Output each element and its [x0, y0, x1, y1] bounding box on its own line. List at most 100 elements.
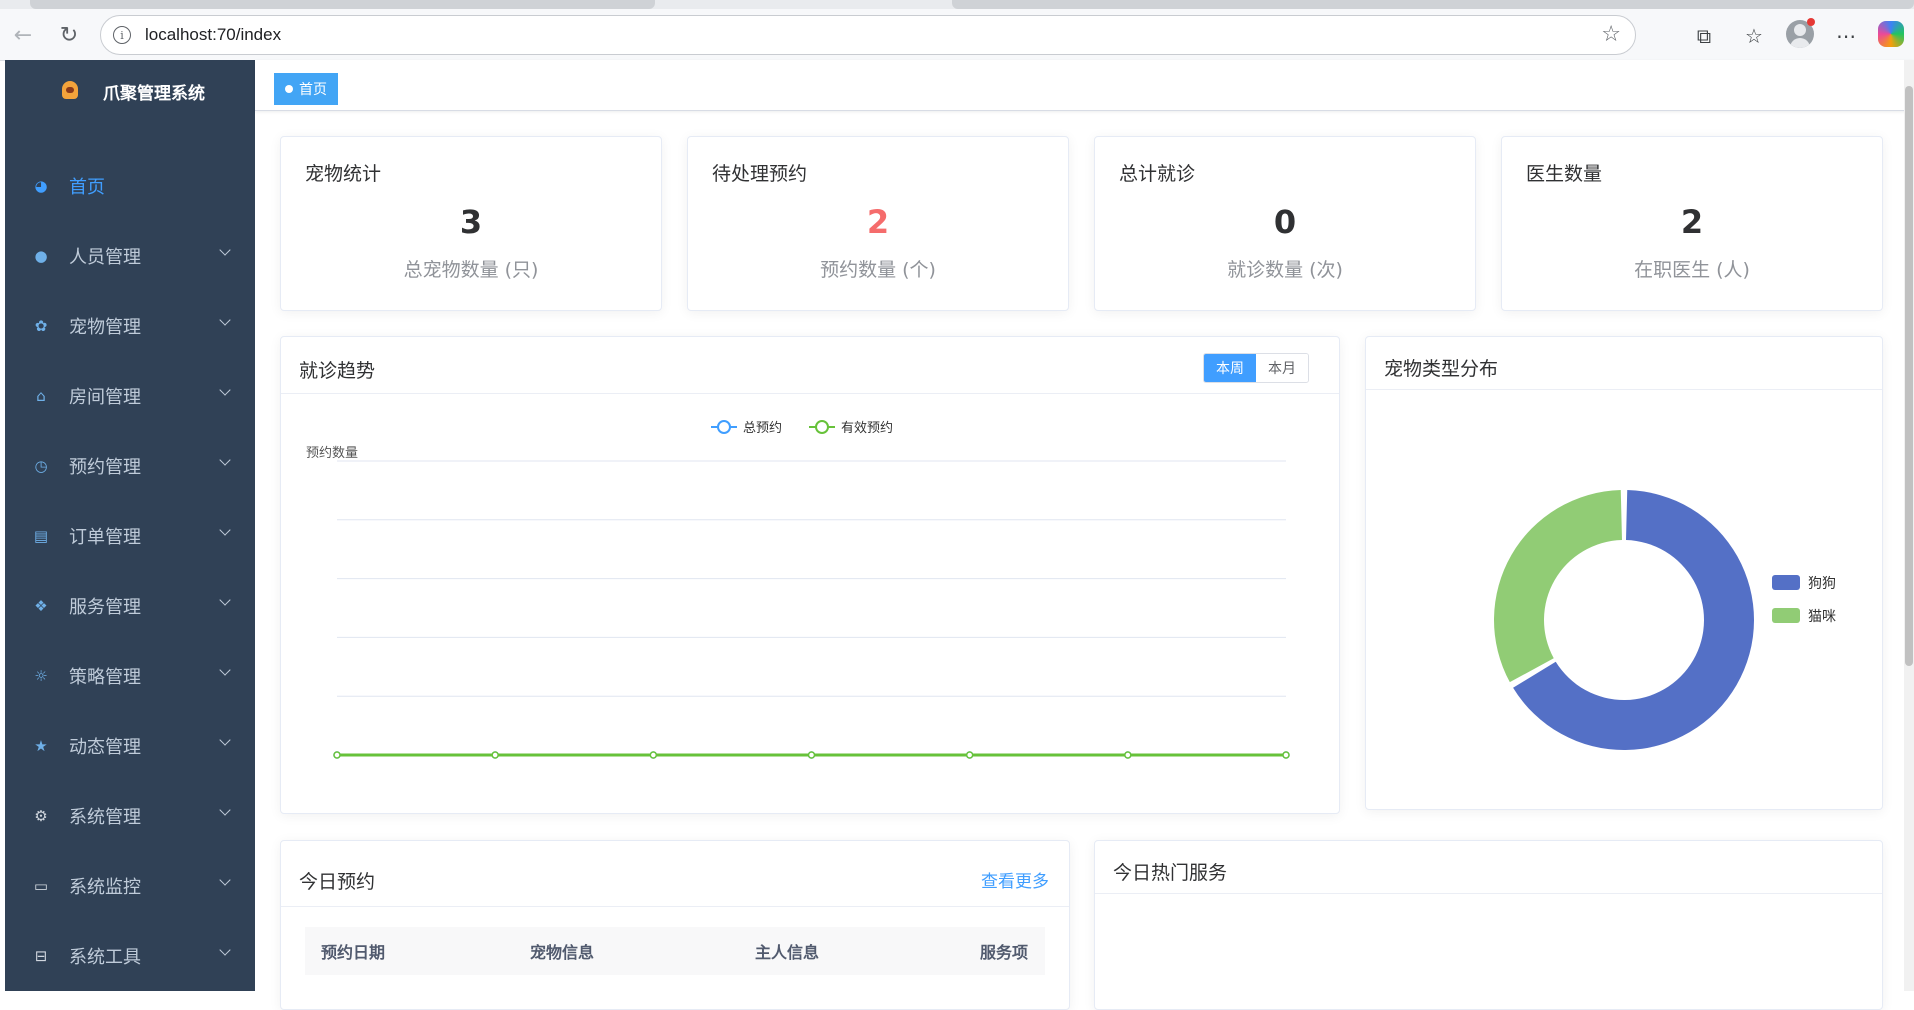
sidebar-item-feeds[interactable]: ★ 动态管理 [5, 718, 255, 774]
chevron-down-icon [219, 524, 231, 536]
chevron-down-icon [219, 594, 231, 606]
chevron-down-icon [219, 664, 231, 676]
sidebar-item-personnel[interactable]: ● 人员管理 [5, 228, 255, 284]
chevron-down-icon [219, 804, 231, 816]
column-header[interactable]: 预约日期 [305, 939, 530, 963]
stat-title: 医生数量 [1526, 163, 1603, 185]
chevron-down-icon [219, 454, 231, 466]
column-header[interactable]: 服务项 [980, 939, 1045, 963]
stat-card-pending-appointments: 待处理预约 2 预约数量 (个) [687, 136, 1069, 311]
data-point [965, 751, 974, 759]
hot-services-card: 今日热门服务 [1094, 840, 1883, 1010]
sidebar-item-services[interactable]: ❖ 服务管理 [5, 578, 255, 634]
favorite-star-icon[interactable]: ☆ [1601, 22, 1621, 47]
card-header: 今日预约 查看更多 [281, 841, 1069, 907]
sidebar-item-tools[interactable]: ⊟ 系统工具 [5, 928, 255, 984]
y-axis-label: 预约数量 [306, 445, 358, 460]
legend-swatch [1772, 608, 1800, 623]
sidebar-item-appointments[interactable]: ◷ 预约管理 [5, 438, 255, 494]
stat-value: 2 [866, 203, 890, 241]
trend-chart: 总预约 有效预约预约数量 [306, 420, 1290, 759]
legend-label: 有效预约 [841, 420, 893, 435]
stat-desc: 总宠物数量 (只) [403, 259, 539, 281]
page-scrollbar[interactable] [1904, 60, 1914, 991]
sidebar-item-rooms[interactable]: ⌂ 房间管理 [5, 368, 255, 424]
today-appointments-card: 今日预约 查看更多 预约日期 宠物信息 主人信息 服务项 [280, 840, 1070, 1010]
chevron-down-icon [219, 874, 231, 886]
star-icon: ★ [34, 737, 48, 755]
browser-tab[interactable] [30, 0, 655, 9]
address-bar[interactable]: i localhost:70/index ☆ [100, 15, 1636, 55]
sidebar-item-label: 服务管理 [69, 597, 141, 618]
sidebar-item-label: 房间管理 [69, 387, 141, 408]
data-point [1124, 751, 1132, 759]
sidebar-item-monitor[interactable]: ▭ 系统监控 [5, 858, 255, 914]
favorites-icon[interactable]: ☆ [1740, 22, 1768, 50]
sidebar-item-home[interactable]: ◕ 首页 [5, 158, 255, 214]
pet-type-pie-chart: 狗狗猫咪 [1494, 490, 1836, 750]
card-header: 今日热门服务 [1095, 841, 1882, 894]
chevron-down-icon [219, 734, 231, 746]
column-header[interactable]: 主人信息 [755, 939, 980, 963]
sidebar-item-label: 系统管理 [69, 807, 141, 828]
tag-label: 首页 [299, 82, 327, 98]
sidebar-item-strategy[interactable]: ☼ 策略管理 [5, 648, 255, 704]
scrollbar-thumb[interactable] [1905, 86, 1913, 666]
period-toggle: 本周 本月 [1203, 353, 1309, 383]
service-icon: ❖ [34, 597, 48, 615]
data-point [649, 751, 658, 759]
back-arrow-icon[interactable]: ← [8, 20, 38, 50]
paw-icon: ✿ [34, 317, 48, 335]
legend-item: 有效预约 [809, 420, 893, 435]
url-text: localhost:70/index [145, 25, 282, 44]
stat-card-doctors: 医生数量 2 在职医生 (人) [1501, 136, 1883, 311]
sidebar-item-orders[interactable]: ▤ 订单管理 [5, 508, 255, 564]
sidebar-item-pets[interactable]: ✿ 宠物管理 [5, 298, 255, 354]
tags-view-bar: 首页 [255, 60, 1914, 111]
legend-swatch [1772, 575, 1800, 590]
stat-title: 待处理预约 [712, 163, 808, 185]
stat-value: 0 [1273, 203, 1297, 241]
sidebar-item-label: 宠物管理 [69, 317, 141, 338]
legend-marker [717, 420, 731, 434]
data-point [491, 751, 499, 759]
legend-label: 狗狗 [1808, 575, 1836, 591]
copilot-icon[interactable] [1878, 21, 1904, 47]
sidebar-item-system[interactable]: ⚙ 系统管理 [5, 788, 255, 844]
column-header[interactable]: 宠物信息 [530, 939, 755, 963]
notification-dot [1807, 18, 1815, 26]
sidebar-menu: ◕ 首页 ● 人员管理 ✿ 宠物管理 ⌂ 房间管理 ◷ 预约管理 ▤ 订单管理 … [5, 60, 255, 991]
card-title: 今日预约 [299, 871, 376, 893]
sidebar-item-label: 动态管理 [69, 737, 141, 758]
toggle-month[interactable]: 本月 [1256, 354, 1308, 382]
browser-tab-strip [0, 0, 1914, 9]
toggle-week[interactable]: 本周 [1204, 354, 1256, 382]
stat-desc: 预约数量 (个) [820, 259, 936, 281]
pet-type-card: 宠物类型分布 狗狗猫咪 [1365, 336, 1883, 810]
sidebar-item-label: 订单管理 [69, 527, 141, 548]
tag-home[interactable]: 首页 [274, 73, 338, 105]
chevron-down-icon [219, 944, 231, 956]
sidebar-item-label: 首页 [69, 177, 105, 198]
data-point [333, 751, 341, 759]
house-icon: ⌂ [36, 387, 46, 405]
stat-card-visits: 总计就诊 0 就诊数量 (次) [1094, 136, 1476, 311]
data-point [1282, 751, 1290, 759]
stat-value: 3 [459, 203, 483, 241]
extensions-icon[interactable]: ⧉ [1690, 22, 1718, 50]
clipboard-icon: ▤ [33, 527, 49, 545]
data-point [807, 751, 816, 759]
view-more-link[interactable]: 查看更多 [981, 867, 1049, 892]
stat-title: 总计就诊 [1119, 163, 1196, 185]
browser-tab[interactable] [952, 0, 1914, 9]
chevron-down-icon [219, 384, 231, 396]
appointments-table-header: 预约日期 宠物信息 主人信息 服务项 [305, 927, 1045, 975]
more-menu-icon[interactable]: ⋯ [1832, 22, 1860, 50]
card-header: 宠物类型分布 [1366, 337, 1882, 390]
pie-slice [1494, 490, 1623, 683]
legend-label: 猫咪 [1808, 608, 1836, 624]
site-info-icon[interactable]: i [113, 26, 131, 44]
monitor-icon: ▭ [33, 877, 49, 895]
gear-icon: ⚙ [34, 807, 48, 825]
reload-icon[interactable]: ↻ [54, 20, 84, 50]
